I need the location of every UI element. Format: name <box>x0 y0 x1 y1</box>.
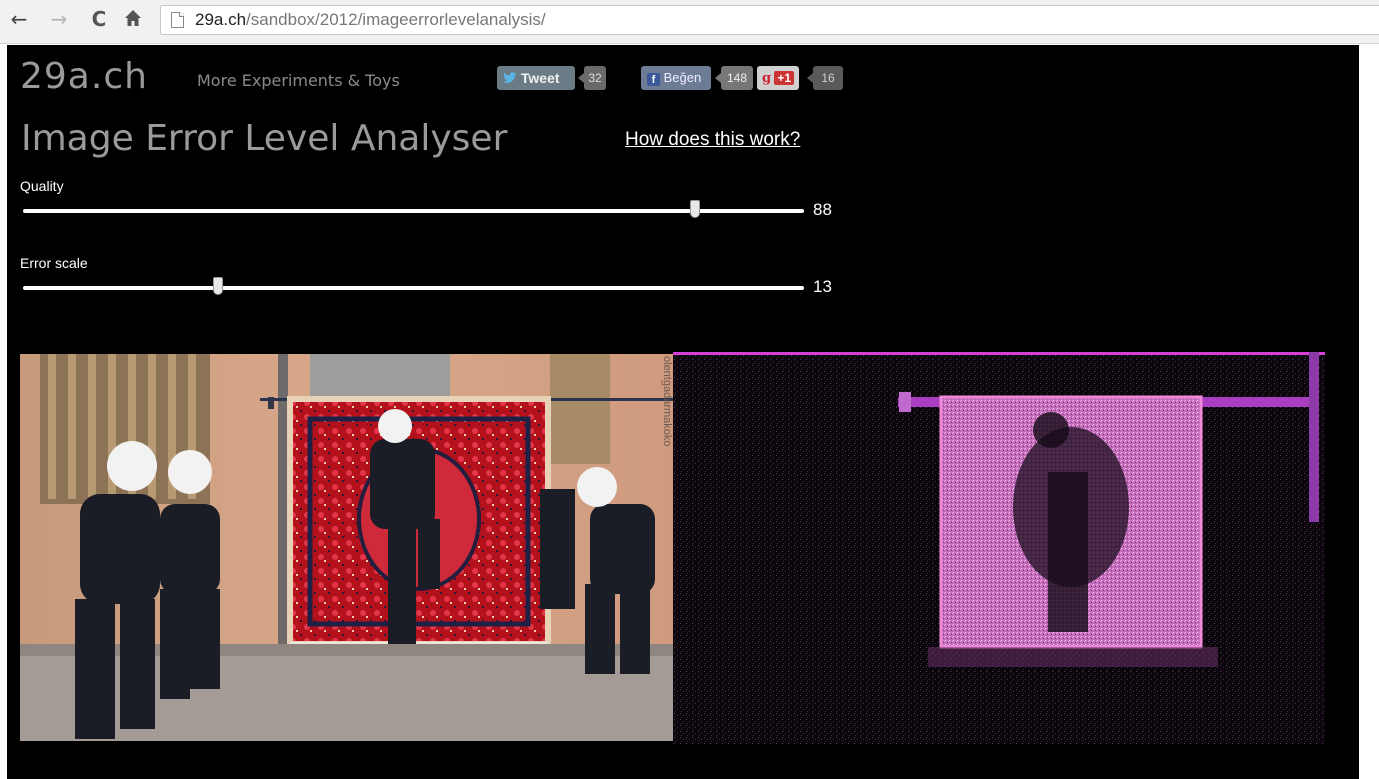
facebook-like-count: 148 <box>721 66 753 90</box>
google-plus-count: 16 <box>813 66 843 90</box>
error-scale-slider-thumb[interactable] <box>213 277 224 295</box>
more-experiments-link[interactable]: More Experiments & Toys <box>197 71 400 90</box>
tweet-label: Tweet <box>520 70 560 86</box>
url-path: /sandbox/2012/imageerrorlevelanalysis/ <box>246 10 546 29</box>
original-image: olentgadarmakoko <box>20 354 674 741</box>
browser-toolbar: ← → C 29a.ch/sandbox/2012/imageerrorleve… <box>0 0 1379 44</box>
quality-slider-thumb[interactable] <box>690 200 701 218</box>
quality-slider[interactable] <box>23 200 804 218</box>
watermark-text: olentgadarmakoko <box>661 356 673 447</box>
page-title: Image Error Level Analyser <box>21 118 508 159</box>
site-logo[interactable]: 29a.ch <box>20 55 148 99</box>
facebook-f-icon: f <box>647 73 660 86</box>
original-photo-illustration: olentgadarmakoko <box>20 354 674 741</box>
tweet-button[interactable]: Tweet <box>497 66 575 90</box>
error-level-image <box>673 352 1325 744</box>
facebook-like-button[interactable]: f Beğen <box>641 66 711 90</box>
tweet-count: 32 <box>584 66 606 90</box>
error-scale-slider[interactable] <box>23 277 804 295</box>
facebook-like-label: Beğen <box>663 70 702 85</box>
error-scale-value: 13 <box>813 277 832 296</box>
back-arrow-icon[interactable]: ← <box>8 8 30 30</box>
page-content: 29a.ch More Experiments & Toys Tweet 32 … <box>7 45 1359 779</box>
home-icon[interactable] <box>122 8 144 30</box>
twitter-bird-icon <box>503 72 517 83</box>
address-bar[interactable]: 29a.ch/sandbox/2012/imageerrorlevelanaly… <box>160 5 1379 35</box>
url-domain: 29a.ch <box>195 10 247 29</box>
google-plus-icon: g <box>761 71 772 86</box>
ela-illustration <box>673 352 1325 744</box>
quality-value: 88 <box>813 200 832 219</box>
quality-label: Quality <box>20 178 64 194</box>
how-does-this-work-link[interactable]: How does this work? <box>625 129 800 151</box>
google-plus-button[interactable]: g +1 <box>757 66 799 90</box>
google-plus-label: +1 <box>774 71 795 85</box>
url-text: 29a.ch/sandbox/2012/imageerrorlevelanaly… <box>195 6 546 34</box>
error-scale-label: Error scale <box>20 255 88 271</box>
forward-arrow-icon[interactable]: → <box>48 8 70 30</box>
page-icon <box>171 12 184 28</box>
reload-icon[interactable]: C <box>88 8 110 30</box>
